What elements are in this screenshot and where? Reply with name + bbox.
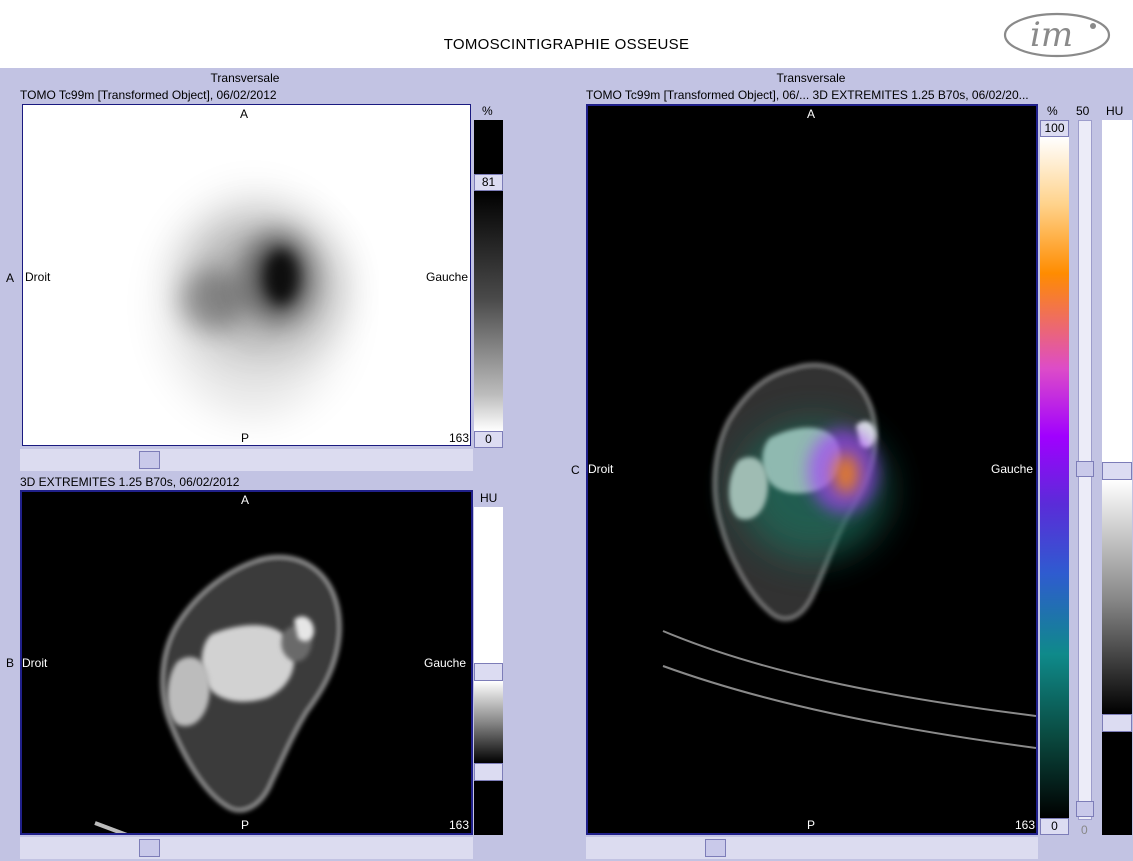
panel-b-colorbar-unit: HU	[480, 491, 498, 505]
blend-slider[interactable]	[1076, 120, 1094, 820]
panel-c-horizontal-scrollbar[interactable]	[586, 837, 1038, 859]
ct-transverse-viewport[interactable]: A P Droit Gauche 163	[20, 490, 473, 835]
panel-a-row-label: A	[6, 271, 15, 285]
panel-c-hu-gradient	[1102, 480, 1132, 714]
panel-c-view-title: Transversale	[776, 71, 846, 85]
panel-c-orient-top: A	[807, 107, 816, 121]
panel-a-colorbar-top-window	[474, 120, 503, 174]
blend-value-label: 50	[1076, 104, 1090, 118]
panel-c-colorbar-bottom-handle[interactable]: 0	[1040, 818, 1069, 835]
blend-slider-thumb[interactable]	[1076, 461, 1094, 477]
panel-a-horizontal-scrollbar[interactable]	[20, 449, 473, 471]
panel-a-orient-bottom: P	[241, 431, 250, 445]
panel-b-orient-right: Gauche	[424, 656, 467, 670]
page-title: TOMOSCINTIGRAPHIE OSSEUSE	[443, 36, 690, 53]
panel-c-hu-top-handle[interactable]	[1102, 462, 1132, 480]
im-logo-icon: im	[1003, 12, 1111, 58]
header-bar: TOMOSCINTIGRAPHIE OSSEUSE im	[0, 0, 1133, 68]
panel-b-orient-top: A	[241, 493, 250, 507]
panel-c-colorbar-gradient	[1040, 137, 1069, 818]
panel-b-row-label: B	[6, 656, 15, 670]
panel-b-scroll-thumb[interactable]	[139, 839, 160, 857]
blend-bottom-value: 0	[1081, 823, 1088, 837]
ct-anatomy-image	[94, 555, 342, 833]
panel-a-orient-top: A	[240, 107, 249, 121]
panel-a-series-label: TOMO Tc99m [Transformed Object], 06/02/2…	[20, 88, 277, 102]
panel-c-hu-unit: HU	[1106, 104, 1124, 118]
panel-c-row-label: C	[571, 463, 580, 477]
panel-b-colorbar-top-window	[474, 507, 503, 663]
panel-c-hu-bottom-window	[1102, 732, 1132, 835]
panel-c-series-label: TOMO Tc99m [Transformed Object], 06/... …	[586, 88, 1029, 102]
svg-text:im: im	[1030, 15, 1073, 55]
panel-b-series-label: 3D EXTREMITES 1.25 B70s, 06/02/2012	[20, 475, 240, 489]
panel-a-colorbar-gradient	[474, 191, 503, 431]
panel-c-orient-bottom: P	[807, 818, 816, 832]
panel-c-scroll-thumb[interactable]	[705, 839, 726, 857]
panel-b-colorbar-bottom-handle[interactable]	[474, 763, 503, 781]
panel-a-scroll-thumb[interactable]	[139, 451, 160, 469]
panel-c-orient-left: Droit	[588, 462, 614, 476]
panel-a-orient-right: Gauche	[426, 270, 469, 284]
panel-c-colorbar-unit: %	[1047, 104, 1058, 118]
panel-a-colorbar-top-handle[interactable]: 81	[474, 174, 503, 191]
fusion-spect-ct-image	[662, 363, 1036, 749]
panel-a-view-title: Transversale	[210, 71, 280, 85]
panel-a-orient-left: Droit	[25, 270, 51, 284]
nm-uptake-image	[163, 195, 343, 415]
panel-c-hu-top-window	[1102, 120, 1132, 462]
panel-c-colorbar-top-handle[interactable]: 100	[1040, 120, 1069, 137]
fusion-transverse-viewport[interactable]: A P Droit Gauche 163	[586, 104, 1038, 835]
panel-b-colorbar-top-handle[interactable]	[474, 663, 503, 681]
panel-c-orient-right: Gauche	[991, 462, 1034, 476]
panel-b-horizontal-scrollbar[interactable]	[20, 837, 473, 859]
panel-c-slice-number: 163	[1015, 818, 1036, 832]
nm-transverse-viewport[interactable]: A P Droit Gauche 163	[22, 104, 471, 446]
panel-b-orient-left: Droit	[22, 656, 48, 670]
panel-b-colorbar-bottom-window	[474, 781, 503, 835]
blend-slider-bottom-thumb[interactable]	[1076, 801, 1094, 817]
panel-c-hu-bottom-handle[interactable]	[1102, 714, 1132, 732]
panel-a-colorbar-unit: %	[482, 104, 493, 118]
panel-b-slice-number: 163	[449, 818, 470, 832]
panel-a-slice-number: 163	[449, 431, 470, 445]
panel-b-orient-bottom: P	[241, 818, 250, 832]
panel-b-colorbar-gradient	[474, 681, 503, 763]
panel-a-colorbar-bottom-handle[interactable]: 0	[474, 431, 503, 448]
